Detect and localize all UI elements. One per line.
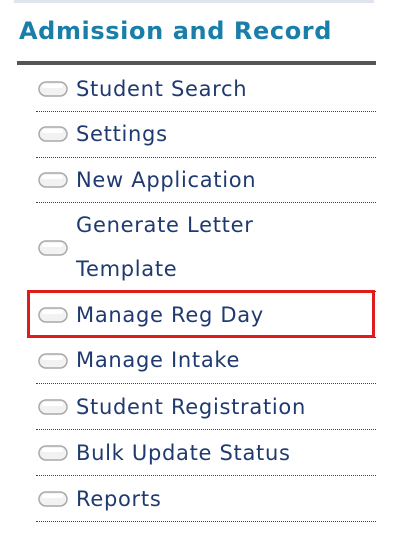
pill-bullet-icon: [38, 399, 68, 415]
menu-item-student-search[interactable]: Student Search: [36, 67, 376, 112]
pill-bullet-icon: [38, 172, 68, 188]
menu-item-student-registration[interactable]: Student Registration: [36, 384, 376, 430]
menu-item-new-application[interactable]: New Application: [36, 158, 376, 203]
admission-menu: Student Search Settings New Application …: [0, 0, 402, 546]
pill-bullet-icon: [38, 491, 68, 507]
menu-item-manage-reg-day[interactable]: Manage Reg Day: [36, 292, 376, 338]
menu-item-generate-letter-template[interactable]: Generate Letter Template: [36, 203, 376, 292]
menu-item-reports[interactable]: Reports: [36, 476, 376, 522]
pill-bullet-icon: [38, 353, 68, 369]
menu-item-label: Manage Intake: [76, 348, 241, 372]
menu-item-label: Student Registration: [76, 395, 306, 419]
menu-item-label: Settings: [76, 122, 168, 146]
menu-item-label: Bulk Update Status: [76, 441, 291, 465]
menu-item-label: Manage Reg Day: [76, 303, 264, 327]
menu-item-label-line-1: Generate Letter: [76, 213, 254, 237]
pill-bullet-icon: [38, 126, 68, 142]
pill-bullet-icon: [38, 240, 68, 256]
pill-bullet-icon: [38, 307, 68, 323]
menu-item-settings[interactable]: Settings: [36, 112, 376, 158]
menu-item-label: Reports: [76, 487, 162, 511]
pill-bullet-icon: [38, 445, 68, 461]
menu-item-label: Student Search: [76, 77, 248, 101]
menu-item-bulk-update-status[interactable]: Bulk Update Status: [36, 430, 376, 476]
menu-item-label: New Application: [76, 168, 257, 192]
menu-item-manage-intake[interactable]: Manage Intake: [36, 338, 376, 384]
pill-bullet-icon: [38, 81, 68, 97]
menu-item-label-line-2: Template: [76, 257, 178, 281]
